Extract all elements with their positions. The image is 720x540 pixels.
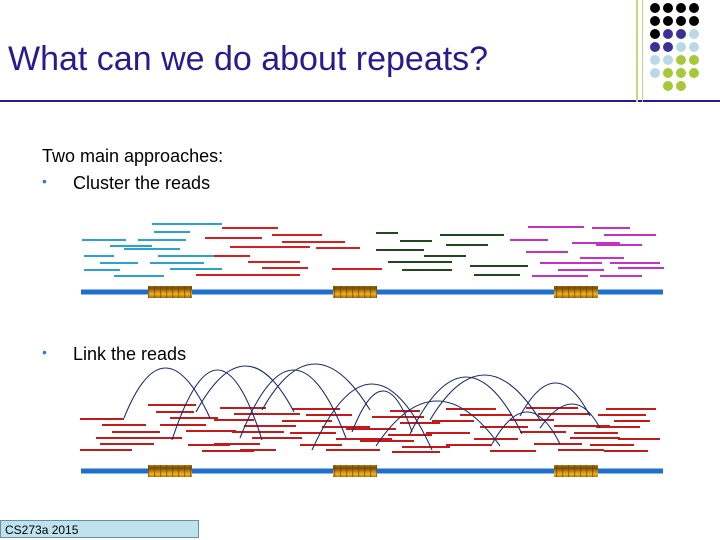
- footer-label: CS273a 2015: [0, 520, 199, 538]
- reads-diagram: [80, 223, 664, 477]
- repeat-block: [148, 286, 192, 298]
- repeat-block: [148, 465, 192, 477]
- cluster-reads-group: [82, 223, 664, 277]
- link-arc: [195, 365, 295, 413]
- repeat-block: [554, 465, 598, 477]
- link-reads-group: [80, 404, 660, 453]
- link-arc: [429, 374, 541, 421]
- repeat-block: [333, 286, 377, 298]
- cluster-genome-group: [81, 286, 663, 298]
- link-genome-group: [81, 465, 663, 477]
- repeat-block: [554, 286, 598, 298]
- repeat-block: [333, 465, 377, 477]
- link-arc: [171, 369, 263, 441]
